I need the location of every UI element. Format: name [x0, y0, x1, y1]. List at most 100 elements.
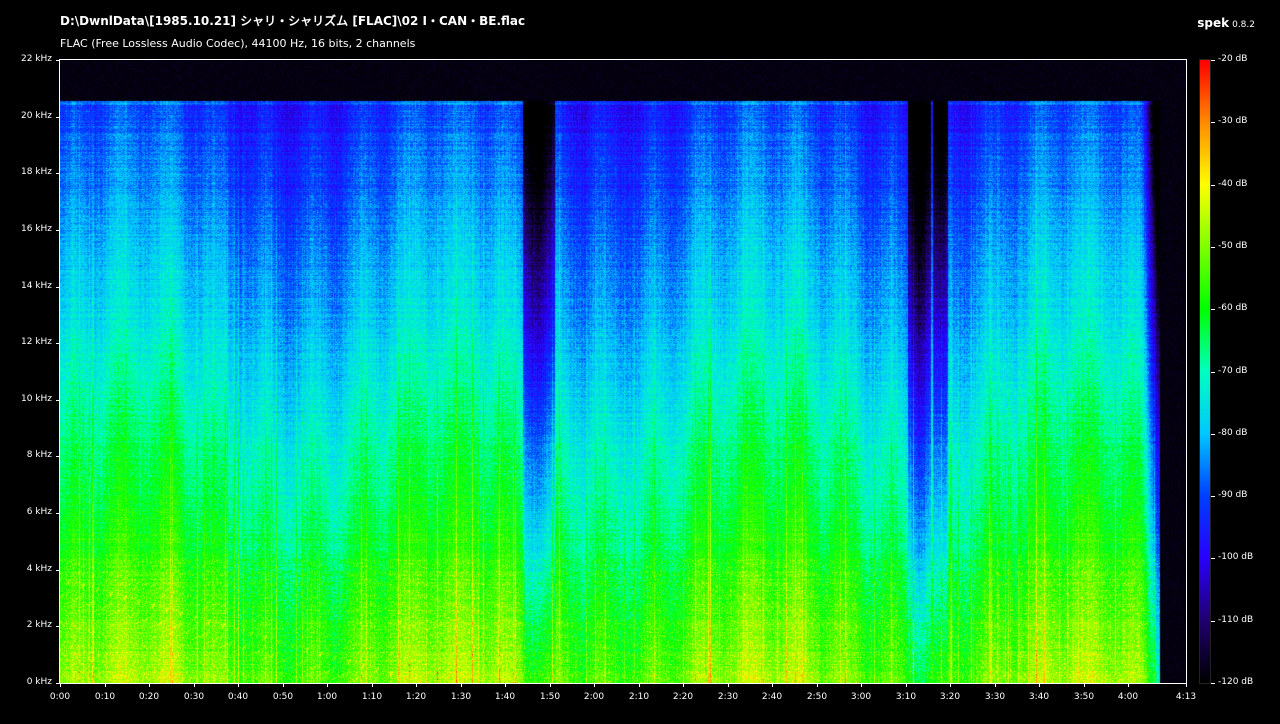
y-tick-label: 22 kHz	[20, 54, 52, 64]
x-tick-label: 0:50	[272, 692, 294, 702]
x-tick	[861, 683, 862, 687]
x-tick	[550, 683, 551, 687]
file-path-title: D:\DwnlData\[1985.10.21] シャリ・シャリズム [FLAC…	[60, 14, 526, 28]
app-version: 0.8.2	[1232, 20, 1255, 30]
x-tick	[906, 683, 907, 687]
x-tick-label: 1:00	[316, 692, 338, 702]
x-tick	[639, 683, 640, 687]
db-tick	[1211, 496, 1215, 497]
x-tick	[772, 683, 773, 687]
x-tick	[817, 683, 818, 687]
x-tick-label: 3:00	[850, 692, 872, 702]
x-tick	[728, 683, 729, 687]
db-tick	[1211, 558, 1215, 559]
x-tick-label: 0:00	[49, 692, 71, 702]
x-tick-label: 4:00	[1117, 692, 1139, 702]
x-tick	[950, 683, 951, 687]
y-tick-label: 20 kHz	[20, 111, 52, 121]
x-tick-label: 3:30	[984, 692, 1006, 702]
x-tick-label: 2:30	[717, 692, 739, 702]
x-tick-label: 3:50	[1073, 692, 1095, 702]
x-tick-label: 2:50	[806, 692, 828, 702]
db-tick-label: -110 dB	[1218, 615, 1254, 625]
x-tick	[995, 683, 996, 687]
x-tick	[283, 683, 284, 687]
y-tick-label: 6 kHz	[26, 507, 52, 517]
x-tick-label: 3:40	[1028, 692, 1050, 702]
db-colorbar	[1199, 59, 1211, 684]
x-tick	[594, 683, 595, 687]
y-tick	[56, 287, 60, 288]
db-tick	[1211, 434, 1215, 435]
y-tick-label: 8 kHz	[26, 450, 52, 460]
db-tick	[1211, 185, 1215, 186]
db-tick	[1211, 309, 1215, 310]
spectrogram-plot	[59, 59, 1187, 684]
y-tick	[56, 343, 60, 344]
spek-window: D:\DwnlData\[1985.10.21] シャリ・シャリズム [FLAC…	[0, 0, 1280, 724]
x-tick	[60, 683, 61, 687]
x-tick	[416, 683, 417, 687]
y-tick	[56, 456, 60, 457]
y-tick	[56, 400, 60, 401]
x-tick-label: 1:10	[361, 692, 383, 702]
y-tick-label: 12 kHz	[20, 337, 52, 347]
x-tick	[149, 683, 150, 687]
spectrogram-canvas	[60, 60, 1186, 683]
x-tick-label: 1:30	[450, 692, 472, 702]
db-tick-label: -100 dB	[1218, 552, 1254, 562]
db-tick-label: -30 dB	[1218, 116, 1248, 126]
x-tick	[327, 683, 328, 687]
db-tick-label: -20 dB	[1218, 54, 1248, 64]
db-tick	[1211, 122, 1215, 123]
db-tick	[1211, 247, 1215, 248]
y-tick-label: 4 kHz	[26, 564, 52, 574]
y-tick	[56, 60, 60, 61]
x-tick	[505, 683, 506, 687]
y-tick-label: 18 kHz	[20, 167, 52, 177]
x-tick-label: 2:40	[761, 692, 783, 702]
db-tick	[1211, 683, 1215, 684]
x-tick	[194, 683, 195, 687]
db-tick-label: -60 dB	[1218, 303, 1248, 313]
x-tick-label: 4:13	[1175, 692, 1197, 702]
db-tick-label: -90 dB	[1218, 490, 1248, 500]
app-brand: spek 0.8.2	[1197, 12, 1255, 31]
db-tick-label: -40 dB	[1218, 179, 1248, 189]
x-tick-label: 0:20	[138, 692, 160, 702]
y-tick-label: 0 kHz	[26, 677, 52, 687]
db-tick	[1211, 621, 1215, 622]
x-tick	[1186, 683, 1187, 687]
db-tick-label: -120 dB	[1218, 677, 1254, 687]
x-tick-label: 2:10	[628, 692, 650, 702]
db-tick-label: -70 dB	[1218, 366, 1248, 376]
x-tick	[238, 683, 239, 687]
x-tick-label: 0:40	[227, 692, 249, 702]
x-tick-label: 3:10	[895, 692, 917, 702]
db-tick	[1211, 372, 1215, 373]
x-tick	[1084, 683, 1085, 687]
x-tick	[1039, 683, 1040, 687]
x-tick	[372, 683, 373, 687]
y-tick	[56, 570, 60, 571]
db-tick-label: -80 dB	[1218, 428, 1248, 438]
y-tick-label: 14 kHz	[20, 281, 52, 291]
x-tick-label: 2:20	[672, 692, 694, 702]
x-tick	[1128, 683, 1129, 687]
y-tick	[56, 513, 60, 514]
x-tick-label: 1:20	[405, 692, 427, 702]
x-tick-label: 1:50	[539, 692, 561, 702]
audio-format-info: FLAC (Free Lossless Audio Codec), 44100 …	[60, 37, 416, 50]
x-tick	[683, 683, 684, 687]
y-tick	[56, 117, 60, 118]
y-tick-label: 16 kHz	[20, 224, 52, 234]
x-tick-label: 3:20	[939, 692, 961, 702]
x-tick-label: 2:00	[583, 692, 605, 702]
x-tick	[461, 683, 462, 687]
y-tick	[56, 173, 60, 174]
x-tick	[105, 683, 106, 687]
x-tick-label: 0:30	[183, 692, 205, 702]
y-tick-label: 2 kHz	[26, 620, 52, 630]
x-tick-label: 1:40	[494, 692, 516, 702]
y-tick	[56, 626, 60, 627]
